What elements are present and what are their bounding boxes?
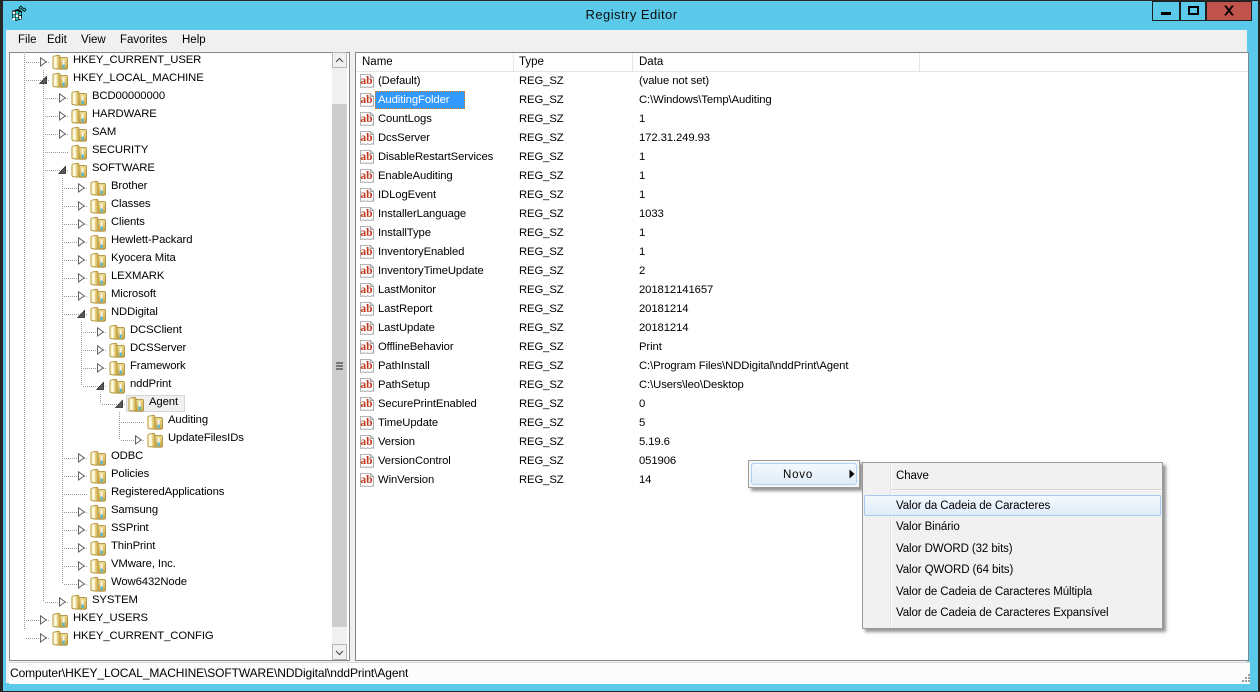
svg-text:ab: ab	[360, 132, 372, 144]
svg-text:ab: ab	[360, 417, 372, 429]
svg-text:ab: ab	[360, 246, 372, 258]
svg-text:ab: ab	[360, 113, 372, 125]
svg-text:ab: ab	[360, 474, 372, 486]
svg-text:ab: ab	[360, 284, 372, 296]
svg-text:ab: ab	[360, 379, 372, 391]
svg-text:ab: ab	[360, 94, 372, 106]
svg-text:ab: ab	[360, 455, 372, 467]
svg-text:ab: ab	[360, 75, 372, 87]
svg-text:ab: ab	[360, 189, 372, 201]
svg-text:ab: ab	[360, 151, 372, 163]
svg-text:ab: ab	[360, 265, 372, 277]
svg-text:ab: ab	[360, 208, 372, 220]
svg-text:ab: ab	[360, 398, 372, 410]
svg-text:ab: ab	[360, 303, 372, 315]
svg-text:ab: ab	[360, 436, 372, 448]
svg-text:ab: ab	[360, 227, 372, 239]
svg-text:ab: ab	[360, 322, 372, 334]
svg-text:ab: ab	[360, 170, 372, 182]
svg-text:ab: ab	[360, 360, 372, 372]
svg-text:ab: ab	[360, 341, 372, 353]
